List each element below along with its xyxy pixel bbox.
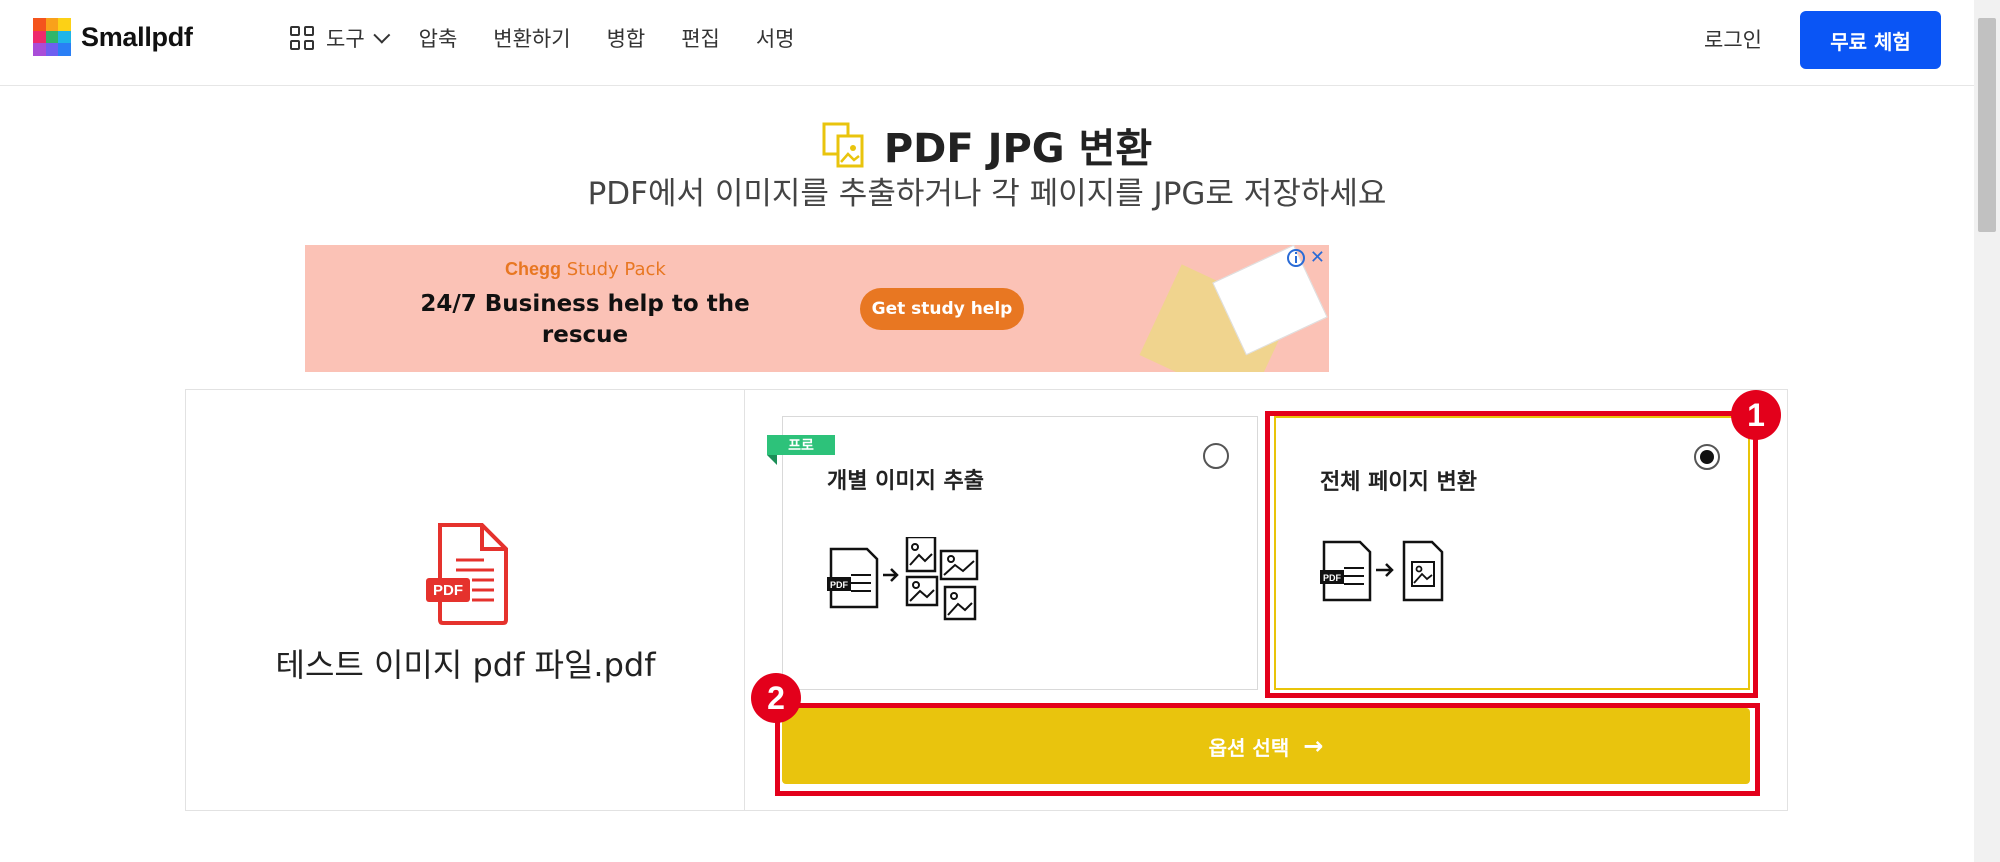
top-navbar: Smallpdf 도구 압축 변환하기 병합 편집 서명 로그인 무료 체험 bbox=[0, 0, 1974, 86]
brand-logo[interactable]: Smallpdf bbox=[33, 18, 193, 56]
annotation-box-2 bbox=[775, 703, 1760, 796]
free-trial-button[interactable]: 무료 체험 bbox=[1800, 11, 1941, 69]
ad-cta-button[interactable]: Get study help bbox=[860, 288, 1024, 330]
pro-badge: 프로 bbox=[767, 435, 835, 455]
nav-merge[interactable]: 병합 bbox=[607, 23, 646, 53]
tools-label: 도구 bbox=[326, 27, 365, 51]
nav-convert[interactable]: 변환하기 bbox=[493, 23, 570, 53]
tools-menu[interactable]: 도구 bbox=[290, 23, 390, 53]
pdf-to-jpg-icon bbox=[822, 122, 864, 168]
option-extract-images[interactable]: 프로 개별 이미지 추출 PDF bbox=[767, 416, 1258, 690]
main-nav: 도구 압축 변환하기 병합 편집 서명 bbox=[290, 0, 830, 76]
ad-controls[interactable]: ✕ bbox=[1286, 247, 1325, 268]
scrollbar-thumb[interactable] bbox=[1978, 18, 1996, 232]
annotation-box-1 bbox=[1265, 411, 1758, 698]
page-scrollbar[interactable] bbox=[1974, 0, 2000, 862]
svg-text:PDF: PDF bbox=[830, 580, 849, 590]
ad-close-icon[interactable]: ✕ bbox=[1310, 247, 1325, 268]
extract-images-illustration: PDF bbox=[827, 537, 979, 621]
annotation-badge-1: 1 bbox=[1731, 390, 1781, 440]
smallpdf-logo-icon bbox=[33, 18, 71, 56]
ad-banner[interactable]: Chegg Study Pack 24/7 Business help to t… bbox=[305, 245, 1329, 372]
ad-info-icon[interactable] bbox=[1286, 248, 1306, 268]
pro-badge-fold bbox=[767, 455, 777, 465]
ad-headline: 24/7 Business help to the rescue bbox=[420, 291, 750, 348]
page-heading: PDF JPG 변환 bbox=[0, 116, 1974, 174]
option-extract-title: 개별 이미지 추출 bbox=[827, 469, 984, 494]
grid-icon bbox=[290, 26, 314, 50]
annotation-badge-2: 2 bbox=[751, 673, 801, 723]
nav-edit[interactable]: 편집 bbox=[681, 23, 720, 53]
file-name: 테스트 이미지 pdf 파일.pdf bbox=[275, 646, 656, 684]
pdf-file-badge: PDF bbox=[433, 582, 463, 599]
brand-name: Smallpdf bbox=[81, 21, 193, 52]
nav-compress[interactable]: 압축 bbox=[419, 23, 458, 53]
chevron-down-icon bbox=[372, 26, 390, 44]
option-extract-radio[interactable] bbox=[1203, 443, 1229, 469]
page-title: PDF JPG 변환 bbox=[883, 126, 1153, 172]
login-link[interactable]: 로그인 bbox=[1704, 24, 1762, 54]
nav-sign[interactable]: 서명 bbox=[756, 23, 795, 53]
file-preview: PDF 테스트 이미지 pdf 파일.pdf bbox=[186, 390, 745, 810]
pdf-file-icon: PDF bbox=[426, 523, 508, 625]
ad-brand: Chegg Study Pack bbox=[505, 259, 666, 280]
page-subtitle: PDF에서 이미지를 추출하거나 각 페이지를 JPG로 저장하세요 bbox=[587, 176, 1387, 212]
